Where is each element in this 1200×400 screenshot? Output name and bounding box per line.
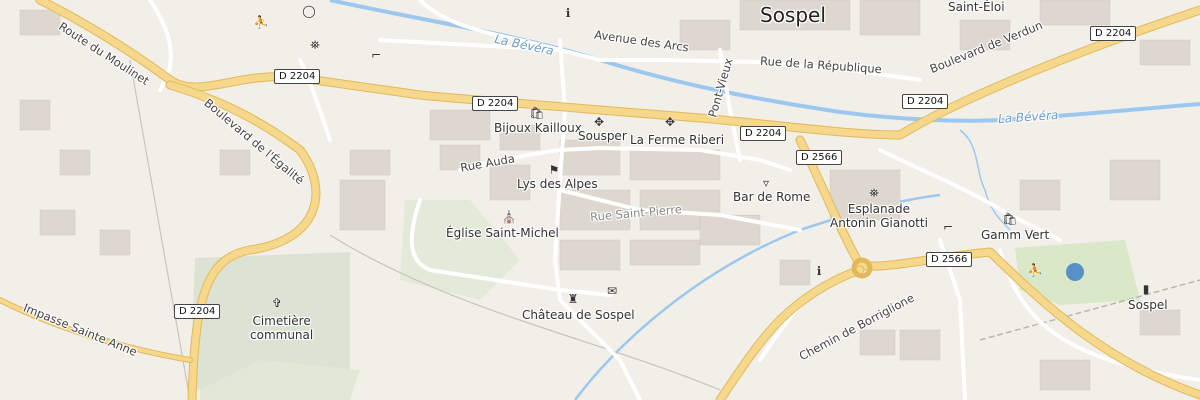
monument-icon[interactable]: ⛯: [307, 38, 323, 52]
shop-bag-icon[interactable]: 🛍: [529, 106, 545, 120]
road-shield-d2566: D 2566: [926, 252, 973, 267]
poi-label-cimetiere[interactable]: Cimetière communal: [250, 314, 313, 342]
train-icon[interactable]: ▮: [1138, 282, 1154, 296]
restaurant-icon[interactable]: ✥: [662, 115, 678, 129]
church-icon[interactable]: ⛪: [501, 210, 517, 224]
restaurant-icon[interactable]: ✥: [591, 115, 607, 129]
info-icon[interactable]: ℹ: [811, 264, 827, 278]
poi-label-esplanade[interactable]: Esplanade Antonin Gianotti: [830, 202, 928, 230]
bus-stop-icon[interactable]: ⌐: [940, 220, 956, 234]
poi-label-gamm-vert[interactable]: Gamm Vert: [981, 228, 1049, 242]
castle-icon[interactable]: ♜: [565, 292, 581, 306]
town-label: Sospel: [760, 3, 826, 27]
road-shield-d2204: D 2204: [472, 96, 519, 111]
road-shield-d2566: D 2566: [796, 150, 843, 165]
playground-icon[interactable]: ⛹: [1027, 263, 1043, 277]
road-shield-d2204: D 2204: [902, 94, 949, 109]
road-shield-d2204: D 2204: [1090, 26, 1137, 41]
cemetery-icon[interactable]: ✞: [269, 296, 285, 310]
road-shield-d2204: D 2204: [740, 126, 787, 141]
playground-icon[interactable]: ⛹: [253, 15, 269, 29]
road-shield-d2204: D 2204: [174, 304, 221, 319]
district-label: Saint-Éloi: [948, 0, 1005, 14]
map-canvas[interactable]: Sospel Saint-Éloi La Bévéra La Bévéra Ro…: [0, 0, 1200, 400]
map-base: [0, 0, 1200, 400]
poi-label-bijoux-kailloux[interactable]: Bijoux Kailloux: [494, 121, 582, 135]
poi-label-chateau-de-sospel[interactable]: Château de Sospel: [522, 308, 635, 322]
shop-bag-icon[interactable]: 🛍: [1002, 212, 1018, 226]
post-office-icon[interactable]: ✉: [604, 284, 620, 298]
poi-label-eglise-saint-michel[interactable]: Église Saint-Michel: [446, 226, 559, 240]
info-icon[interactable]: ℹ: [560, 6, 576, 20]
poi-label-bar-de-rome[interactable]: Bar de Rome: [733, 190, 810, 204]
bus-stop-icon[interactable]: ⌐: [368, 48, 384, 62]
pond: [1066, 263, 1084, 281]
poi-label-lys-des-alpes[interactable]: Lys des Alpes: [517, 177, 598, 191]
poi-label-station[interactable]: Sospel: [1128, 298, 1168, 312]
bar-icon[interactable]: ▿: [758, 176, 774, 190]
poi-label-sousper[interactable]: Sousper: [578, 129, 627, 143]
viewpoint-icon[interactable]: ◯: [301, 4, 317, 18]
monument-icon[interactable]: ⛯: [866, 186, 882, 200]
road-shield-d2204: D 2204: [274, 69, 321, 84]
poi-label-la-ferme-riberi[interactable]: La Ferme Riberi: [630, 133, 724, 147]
clothes-icon[interactable]: ⚑: [546, 163, 562, 177]
